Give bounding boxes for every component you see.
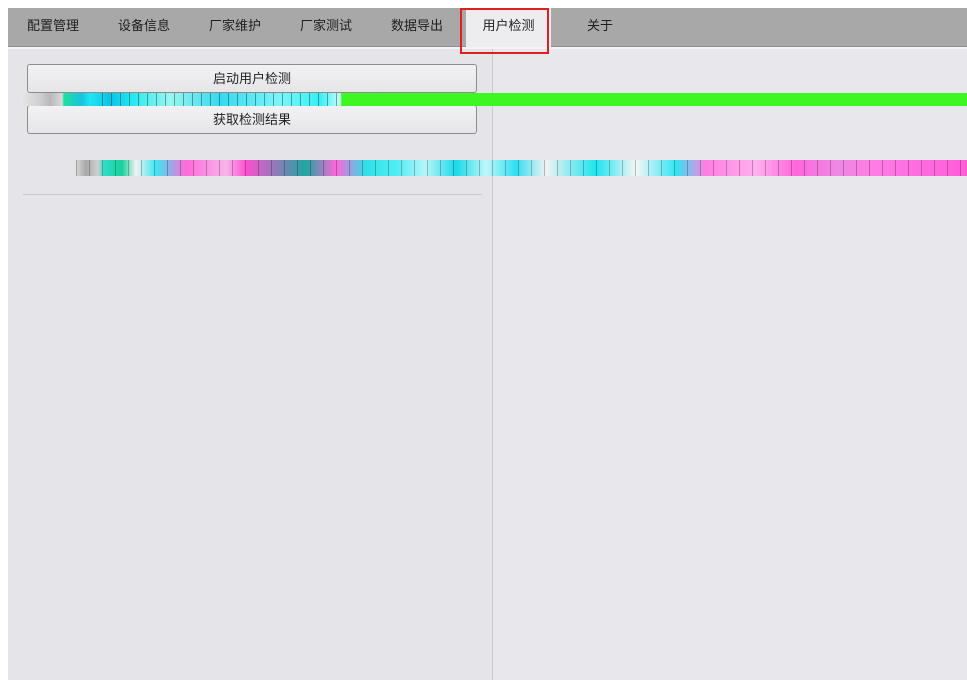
tab-vendor-maintenance[interactable]: 厂家维护 xyxy=(190,8,280,46)
tab-about[interactable]: 关于 xyxy=(555,8,645,46)
tab-user-detection[interactable]: 用户检测 xyxy=(466,8,551,47)
tab-config-management[interactable]: 配置管理 xyxy=(8,8,98,46)
artifact-stripes xyxy=(102,93,342,106)
left-panel xyxy=(8,49,493,680)
divider xyxy=(23,194,482,195)
artifact-stripes xyxy=(76,160,967,176)
start-user-detection-button[interactable]: 启动用户检测 xyxy=(27,64,477,93)
app-window: 配置管理 设备信息 厂家维护 厂家测试 数据导出 用户检测 关于 启动用户检测 … xyxy=(8,8,967,680)
render-artifact-bar xyxy=(20,93,967,106)
tab-vendor-test[interactable]: 厂家测试 xyxy=(280,8,372,46)
render-artifact-bar xyxy=(76,160,967,176)
tab-bar: 配置管理 设备信息 厂家维护 厂家测试 数据导出 用户检测 关于 xyxy=(8,8,967,47)
tab-data-export[interactable]: 数据导出 xyxy=(372,8,462,46)
get-detection-result-button[interactable]: 获取检测结果 xyxy=(27,105,477,134)
tab-device-info[interactable]: 设备信息 xyxy=(98,8,190,46)
right-panel xyxy=(493,49,967,680)
